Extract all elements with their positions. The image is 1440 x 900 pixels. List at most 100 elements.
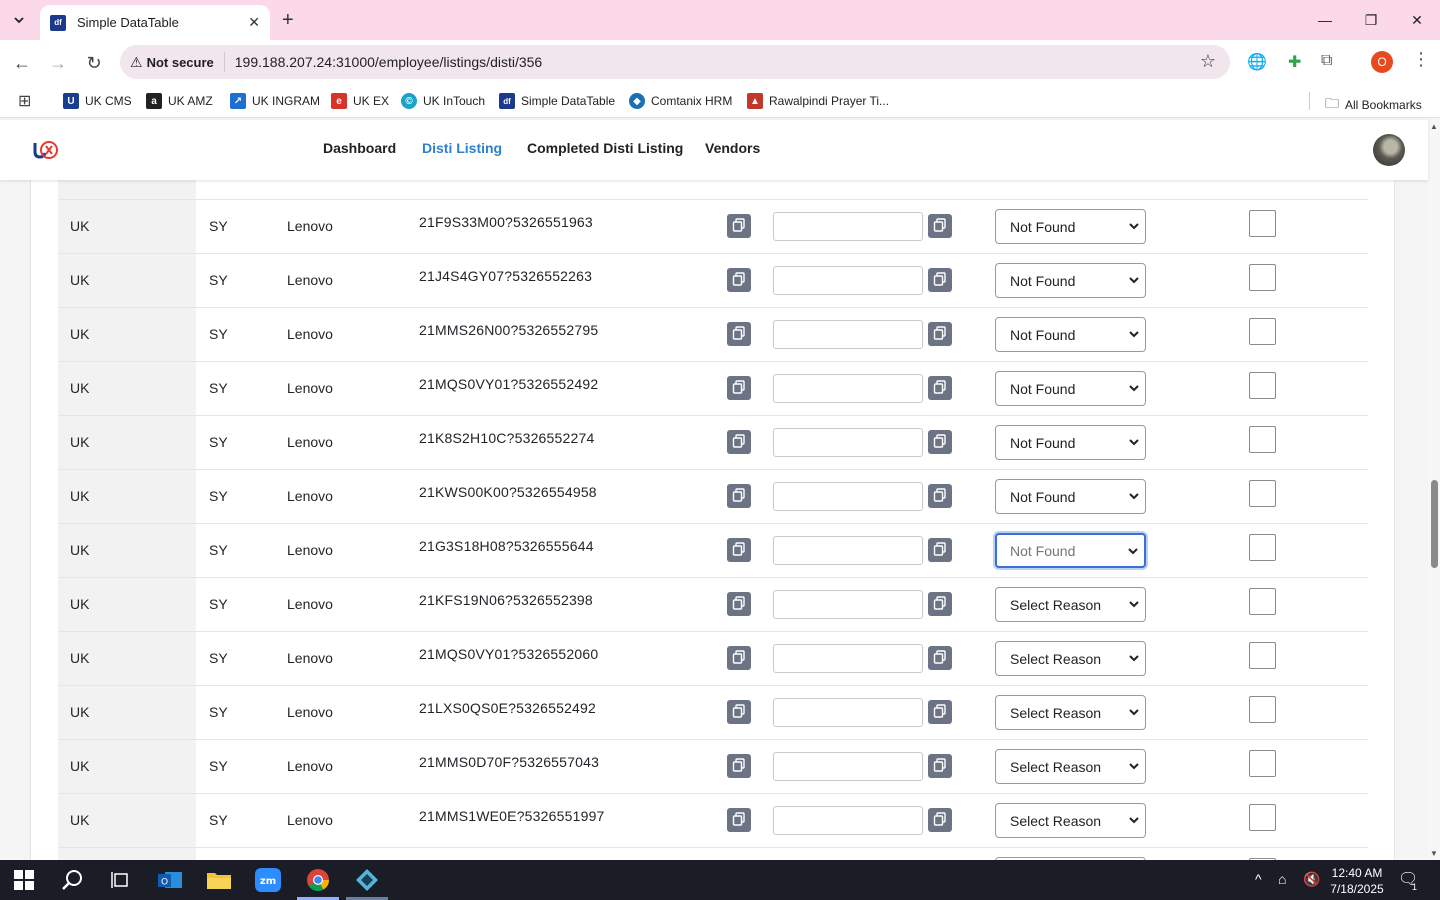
address-bar[interactable]: ⚠ Not secure 199.188.207.24:31000/employ… [120, 45, 1230, 79]
row-checkbox[interactable] [1249, 750, 1276, 777]
copy-input-button[interactable] [928, 484, 952, 508]
row-checkbox[interactable] [1249, 696, 1276, 723]
app-diamond-icon[interactable] [354, 868, 380, 892]
tab-search-button[interactable] [6, 7, 32, 33]
close-window-button[interactable]: ✕ [1394, 0, 1440, 40]
nav-completed-disti-listing[interactable]: Completed Disti Listing [527, 140, 683, 156]
row-checkbox[interactable] [1249, 210, 1276, 237]
windows-start-icon[interactable] [11, 868, 37, 892]
restore-window-button[interactable]: ❐ [1348, 0, 1394, 40]
bookmark-uk-intouch[interactable]: © UK InTouch [401, 93, 485, 109]
reason-select[interactable]: Not Found [995, 263, 1146, 298]
notes-input[interactable] [773, 698, 923, 727]
uk-logo-icon[interactable] [32, 138, 60, 162]
browser-menu-icon[interactable]: ⋮ [1412, 49, 1430, 70]
copy-input-button[interactable] [928, 322, 952, 346]
puzzle-extensions-icon[interactable]: ⧉ [1321, 52, 1332, 70]
copy-part-button[interactable] [727, 700, 751, 724]
nav-vendors[interactable]: Vendors [705, 140, 760, 156]
copy-part-button[interactable] [727, 268, 751, 292]
copy-part-button[interactable] [727, 430, 751, 454]
forward-arrow-icon[interactable]: → [46, 51, 70, 75]
scrollbar-thumb[interactable] [1431, 480, 1438, 568]
page-scrollbar[interactable]: ▲ ▼ [1428, 120, 1440, 860]
reason-select[interactable]: Select Reason [995, 749, 1146, 784]
notes-input[interactable] [773, 482, 923, 511]
notes-input[interactable] [773, 266, 923, 295]
notes-input[interactable] [773, 212, 923, 241]
copy-input-button[interactable] [928, 268, 952, 292]
back-arrow-icon[interactable]: ← [10, 51, 34, 75]
row-checkbox[interactable] [1249, 372, 1276, 399]
task-view-icon[interactable] [107, 868, 133, 892]
notes-input[interactable] [773, 320, 923, 349]
reason-select[interactable]: Not Found [995, 479, 1146, 514]
bookmark-simple-datatable[interactable]: df Simple DataTable [499, 93, 615, 109]
system-clock[interactable]: 12:40 AM 7/18/2025 [1322, 865, 1392, 897]
reason-select[interactable]: Select Reason [995, 695, 1146, 730]
reason-select[interactable]: Select Reason [995, 641, 1146, 676]
new-tab-button[interactable]: + [282, 9, 294, 32]
outlook-icon[interactable]: O [157, 868, 183, 892]
row-checkbox[interactable] [1249, 264, 1276, 291]
chrome-icon[interactable] [305, 868, 331, 892]
reason-select[interactable]: Not Found [995, 533, 1146, 568]
copy-input-button[interactable] [928, 700, 952, 724]
copy-part-button[interactable] [727, 754, 751, 778]
all-bookmarks-button[interactable]: 🗀 All Bookmarks [1325, 93, 1422, 117]
bookmark-uk-ex[interactable]: e UK EX [331, 93, 389, 109]
notes-input[interactable] [773, 536, 923, 565]
minimize-window-button[interactable]: — [1302, 0, 1348, 40]
apps-grid-icon[interactable]: ⊞ [18, 91, 31, 111]
reason-select[interactable]: Not Found [995, 209, 1146, 244]
reason-select[interactable]: Not Found [995, 425, 1146, 460]
reason-select[interactable]: Not Found [995, 371, 1146, 406]
show-hidden-icons[interactable]: ^ [1255, 871, 1262, 887]
nav-disti-listing[interactable]: Disti Listing [422, 140, 502, 156]
volume-muted-icon[interactable]: 🔇 [1303, 871, 1320, 888]
copy-input-button[interactable] [928, 592, 952, 616]
extension-add-icon[interactable]: ✚ [1288, 52, 1301, 72]
reason-select[interactable]: Not Found [995, 317, 1146, 352]
notes-input[interactable] [773, 752, 923, 781]
not-secure-label[interactable]: Not secure [147, 55, 214, 70]
profile-avatar[interactable]: O [1371, 51, 1393, 73]
nav-dashboard[interactable]: Dashboard [323, 140, 396, 156]
row-checkbox[interactable] [1249, 318, 1276, 345]
copy-input-button[interactable] [928, 754, 952, 778]
network-icon[interactable]: ⌂ [1278, 871, 1286, 887]
row-checkbox[interactable] [1249, 804, 1276, 831]
reason-select[interactable]: Select Reason [995, 803, 1146, 838]
copy-input-button[interactable] [928, 808, 952, 832]
url-text[interactable]: 199.188.207.24:31000/employee/listings/d… [235, 54, 542, 70]
browser-tab[interactable]: df Simple DataTable ✕ [40, 5, 270, 40]
bookmark-star-icon[interactable]: ☆ [1200, 51, 1216, 72]
row-checkbox[interactable] [1249, 480, 1276, 507]
notes-input[interactable] [773, 644, 923, 673]
reason-select[interactable]: Select Reason [995, 587, 1146, 622]
copy-input-button[interactable] [928, 646, 952, 670]
notes-input[interactable] [773, 806, 923, 835]
copy-input-button[interactable] [928, 430, 952, 454]
bookmark-uk-amz[interactable]: a UK AMZ [146, 93, 213, 109]
user-avatar[interactable] [1373, 134, 1405, 166]
copy-part-button[interactable] [727, 592, 751, 616]
globe-extension-icon[interactable]: 🌐 [1247, 52, 1267, 72]
copy-input-button[interactable] [928, 214, 952, 238]
file-explorer-icon[interactable] [206, 868, 232, 892]
copy-input-button[interactable] [928, 376, 952, 400]
zoom-icon[interactable]: zm [255, 868, 281, 892]
row-checkbox[interactable] [1249, 642, 1276, 669]
copy-part-button[interactable] [727, 322, 751, 346]
bookmark-uk-ingram[interactable]: ↗ UK INGRAM [230, 93, 320, 109]
bookmark-rawalpindi-prayer[interactable]: ▲ Rawalpindi Prayer Ti... [747, 93, 889, 109]
bookmark-uk-cms[interactable]: U UK CMS [63, 93, 132, 109]
copy-input-button[interactable] [928, 538, 952, 562]
copy-part-button[interactable] [727, 538, 751, 562]
bookmark-comtanix-hrm[interactable]: ◆ Comtanix HRM [629, 93, 732, 109]
close-tab-icon[interactable]: ✕ [248, 14, 260, 31]
reload-icon[interactable]: ↻ [82, 51, 106, 75]
row-checkbox[interactable] [1249, 534, 1276, 561]
notes-input[interactable] [773, 428, 923, 457]
copy-part-button[interactable] [727, 484, 751, 508]
